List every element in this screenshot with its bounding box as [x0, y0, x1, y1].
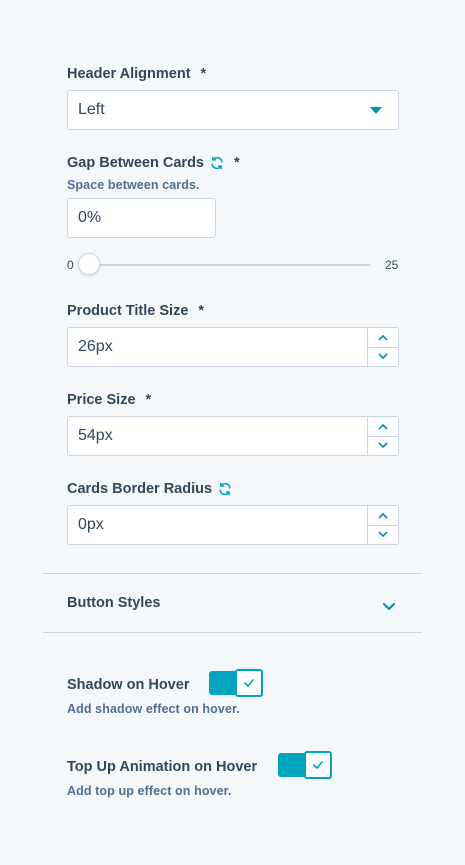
gap-slider-track[interactable] [84, 264, 370, 266]
gap-between-cards-input[interactable]: 0% [67, 198, 216, 238]
decrement-button[interactable] [368, 435, 398, 456]
price-size-value: 54px [78, 427, 113, 444]
required-marker: * [200, 66, 207, 82]
sync-icon[interactable] [218, 482, 232, 496]
toggle-knob [235, 669, 263, 697]
cards-border-radius-label-text: Cards Border Radius [67, 481, 213, 497]
required-marker: * [145, 392, 152, 408]
required-marker: * [198, 303, 205, 319]
cards-border-radius-stepper [367, 506, 398, 544]
product-title-size-label-text: Product Title Size [67, 303, 189, 319]
section-divider-bottom [43, 632, 422, 633]
product-title-size-value: 26px [78, 338, 113, 355]
top-up-animation-help: Add top up effect on hover. [67, 784, 232, 798]
toggle-knob [304, 751, 332, 779]
shadow-on-hover-toggle[interactable] [209, 669, 263, 697]
gap-between-cards-value: 0% [78, 209, 102, 226]
increment-button[interactable] [368, 417, 398, 436]
button-styles-accordion[interactable]: Button Styles [43, 574, 422, 632]
header-alignment-select[interactable]: Left [67, 90, 399, 130]
increment-button[interactable] [368, 328, 398, 347]
header-alignment-value: Left [78, 101, 105, 118]
product-title-size-input[interactable]: 26px [67, 327, 399, 367]
button-styles-label: Button Styles [67, 595, 161, 611]
price-size-input[interactable]: 54px [67, 416, 399, 456]
decrement-button[interactable] [368, 346, 398, 367]
gap-slider-thumb[interactable] [78, 253, 100, 275]
price-size-stepper [367, 417, 398, 455]
decrement-button[interactable] [368, 524, 398, 545]
caret-down-icon [370, 107, 382, 114]
header-alignment-label-text: Header Alignment [67, 66, 191, 82]
shadow-on-hover-label: Shadow on Hover [67, 677, 190, 693]
chevron-down-icon [382, 598, 396, 616]
check-icon [313, 761, 323, 769]
slider-min-label: 0 [67, 258, 74, 272]
product-title-size-stepper [367, 328, 398, 366]
gap-between-cards-label: Gap Between Cards * [67, 155, 240, 171]
gap-between-cards-label-text: Gap Between Cards [67, 155, 204, 171]
sync-icon[interactable] [210, 156, 224, 170]
header-alignment-label: Header Alignment * [67, 66, 206, 82]
cards-border-radius-input[interactable]: 0px [67, 505, 399, 545]
product-title-size-label: Product Title Size * [67, 303, 204, 319]
price-size-label: Price Size * [67, 392, 151, 408]
increment-button[interactable] [368, 506, 398, 525]
cards-border-radius-label: Cards Border Radius [67, 481, 232, 497]
required-marker: * [234, 155, 240, 171]
check-icon [244, 679, 254, 687]
top-up-animation-toggle[interactable] [278, 751, 332, 779]
slider-max-label: 25 [385, 258, 399, 272]
gap-between-cards-help: Space between cards. [67, 178, 200, 192]
shadow-on-hover-help: Add shadow effect on hover. [67, 702, 240, 716]
cards-border-radius-value: 0px [78, 516, 104, 533]
price-size-label-text: Price Size [67, 392, 136, 408]
top-up-animation-label: Top Up Animation on Hover [67, 759, 258, 775]
